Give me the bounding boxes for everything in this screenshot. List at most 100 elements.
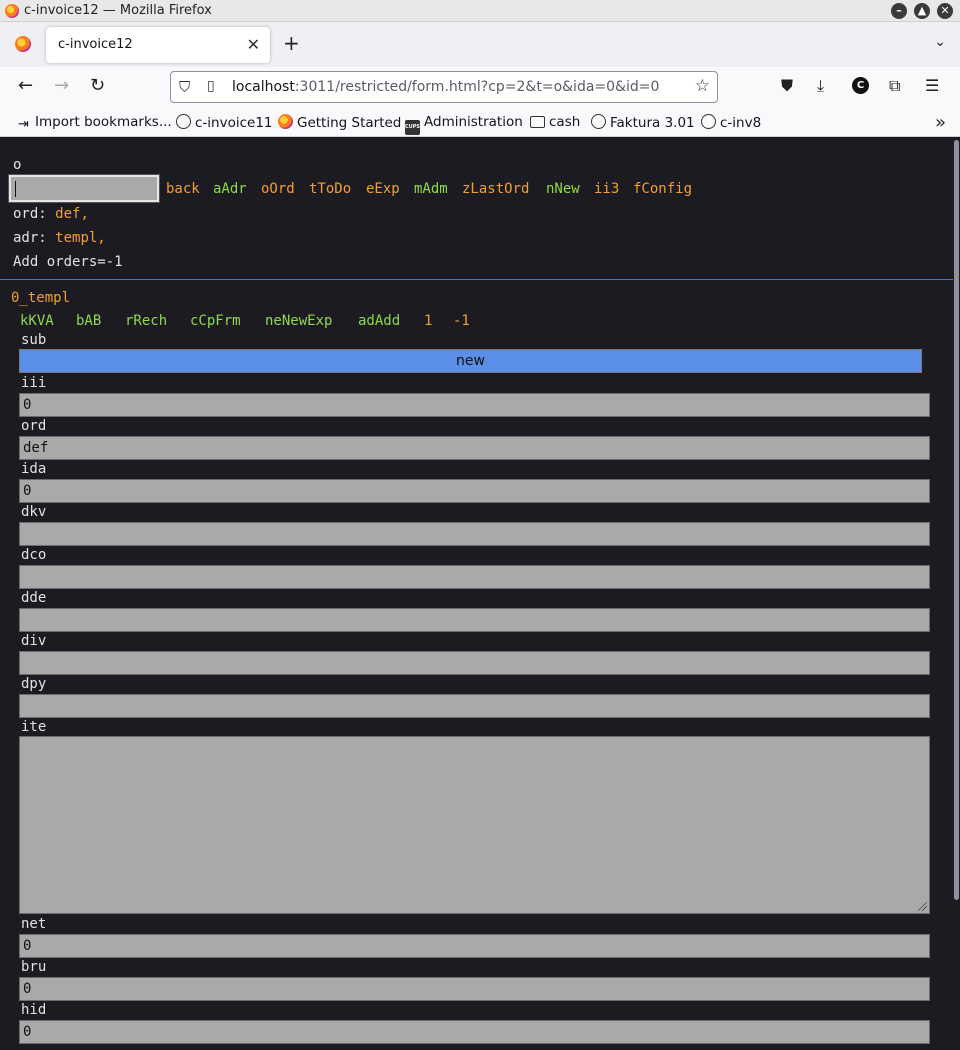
field-input-div[interactable] — [19, 651, 930, 675]
bookmark-import[interactable]: ⇥ Import bookmarks... — [16, 114, 172, 132]
field-textarea-ite[interactable] — [19, 736, 930, 914]
section-divider — [0, 279, 953, 280]
action-link-minus-1[interactable]: -1 — [453, 313, 470, 329]
bookmark-star-icon[interactable]: ☆ — [695, 76, 710, 96]
download-icon[interactable]: ⤓ — [817, 76, 824, 96]
list-all-tabs-chevron-down-icon[interactable]: ⌄ — [934, 34, 946, 50]
record-title-link[interactable]: 0_templ — [11, 290, 70, 306]
bookmark-faktura[interactable]: Faktura 3.01 — [591, 114, 695, 131]
field-label-dpy: dpy — [21, 676, 47, 692]
bookmark-cash[interactable]: cash — [530, 114, 580, 130]
import-icon: ⇥ — [18, 117, 29, 132]
back-arrow-icon[interactable]: ← — [18, 75, 33, 97]
url-text[interactable]: localhost:3011/restricted/form.html?cp=2… — [232, 79, 659, 95]
field-input-iii[interactable]: 0 — [19, 393, 930, 417]
page-content: o back aAdr oOrd tToDo eExp mAdm zLastOr… — [0, 138, 953, 1050]
field-label-dde: dde — [21, 590, 47, 606]
tab-title: c-invoice12 — [58, 37, 133, 52]
tab-active[interactable]: c-invoice12 ✕ — [46, 27, 270, 63]
bookmark-getting-started[interactable]: Getting Started — [278, 114, 401, 131]
field-label-dkv: dkv — [21, 504, 47, 520]
adr-summary: adr: templ, — [13, 230, 106, 246]
scrollbar-thumb[interactable] — [954, 140, 959, 900]
field-label-ida: ida — [21, 461, 47, 477]
field-label-hid: hid — [21, 1002, 47, 1018]
bookmark-c-invoice11[interactable]: c-invoice11 — [176, 114, 273, 131]
mode-indicator: o — [13, 157, 22, 173]
field-input-ida[interactable]: 0 — [19, 479, 930, 503]
action-link-rrech[interactable]: rRech — [125, 313, 167, 329]
ord-summary-link[interactable]: def, — [55, 206, 89, 222]
submit-new-button[interactable]: new — [19, 349, 922, 373]
command-input[interactable] — [8, 174, 160, 203]
nav-link-madm[interactable]: mAdm — [414, 181, 448, 197]
pocket-icon[interactable]: ⛊ — [781, 76, 793, 96]
resize-grip-icon[interactable] — [918, 902, 927, 911]
shield-icon[interactable]: ⛉ — [179, 78, 190, 96]
action-link-bab[interactable]: bAB — [76, 313, 101, 329]
close-icon[interactable]: ✕ — [937, 3, 953, 19]
field-label-ite: ite — [21, 719, 47, 735]
tab-strip: c-invoice12 ✕ + ⌄ — [0, 22, 960, 67]
field-label-sub: sub — [21, 332, 47, 348]
action-link-1[interactable]: 1 — [424, 313, 432, 329]
field-input-dde[interactable] — [19, 608, 930, 632]
reload-icon[interactable]: ↻ — [90, 75, 105, 97]
nav-link-fconfig[interactable]: fConfig — [633, 181, 692, 197]
field-label-iii: iii — [21, 375, 47, 391]
nav-link-zlastord[interactable]: zLastOrd — [462, 181, 529, 197]
add-orders-text: Add orders=-1 — [13, 254, 123, 270]
maximize-icon[interactable]: ▲ — [914, 3, 930, 19]
menu-hamburger-icon[interactable]: ☰ — [925, 76, 939, 95]
window-title: c-invoice12 — Mozilla Firefox — [24, 3, 212, 18]
action-link-adadd[interactable]: adAdd — [358, 313, 400, 329]
nav-link-nnew[interactable]: nNew — [546, 181, 580, 197]
minimize-icon[interactable]: – — [891, 3, 907, 19]
nav-link-aadr[interactable]: aAdr — [213, 181, 247, 197]
field-label-ord: ord — [21, 418, 47, 434]
nav-link-ttodo[interactable]: tToDo — [309, 181, 351, 197]
field-input-ord[interactable]: def — [19, 436, 930, 460]
globe-icon — [176, 114, 191, 129]
field-input-dpy[interactable] — [19, 694, 930, 718]
globe-icon — [591, 114, 606, 129]
field-input-net[interactable]: 0 — [19, 934, 930, 958]
forward-arrow-icon[interactable]: → — [54, 75, 69, 97]
nav-link-eexp[interactable]: eExp — [366, 181, 400, 197]
new-tab-button[interactable]: + — [283, 32, 300, 54]
action-link-kkva[interactable]: kKVA — [20, 313, 54, 329]
navigation-toolbar: ← → ↻ ⛉ ▯ localhost:3011/restricted/form… — [0, 67, 960, 107]
bookmark-administration[interactable]: CUPS Administration — [405, 114, 523, 135]
bookmarks-bar: ⇥ Import bookmarks... c-invoice11 Getting… — [0, 107, 960, 137]
adr-summary-link[interactable]: templ, — [55, 230, 106, 246]
firefox-view-icon[interactable] — [15, 36, 31, 52]
bookmark-c-inv8[interactable]: c-inv8 — [701, 114, 761, 131]
bookmarks-overflow-chevron-icon[interactable]: » — [935, 112, 946, 133]
page-icon[interactable]: ▯ — [207, 78, 215, 94]
ord-summary: ord: def, — [13, 206, 89, 222]
globe-icon — [701, 114, 716, 129]
page-scrollbar[interactable] — [953, 138, 960, 1050]
field-label-dco: dco — [21, 547, 47, 563]
field-label-div: div — [21, 633, 47, 649]
cups-icon: CUPS — [405, 120, 420, 135]
action-link-ccpfrm[interactable]: cCpFrm — [190, 313, 241, 329]
extensions-icon[interactable]: ⧉ — [889, 76, 900, 96]
nav-link-back[interactable]: back — [166, 181, 200, 197]
account-avatar[interactable]: C — [852, 77, 869, 94]
firefox-icon — [5, 4, 19, 18]
field-input-hid[interactable]: 0 — [19, 1020, 930, 1044]
field-label-net: net — [21, 916, 47, 932]
field-label-bru: bru — [21, 959, 47, 975]
firefox-icon — [278, 114, 293, 129]
tab-close-icon[interactable]: ✕ — [247, 35, 260, 54]
nav-link-ii3[interactable]: ii3 — [594, 181, 619, 197]
field-input-bru[interactable]: 0 — [19, 977, 930, 1001]
nav-link-oord[interactable]: oOrd — [261, 181, 295, 197]
field-input-dkv[interactable] — [19, 522, 930, 546]
field-input-dco[interactable] — [19, 565, 930, 589]
action-link-nenewexp[interactable]: neNewExp — [265, 313, 332, 329]
window-titlebar: c-invoice12 — Mozilla Firefox – ▲ ✕ — [0, 0, 960, 22]
folder-icon — [530, 116, 545, 128]
url-bar[interactable]: ⛉ ▯ localhost:3011/restricted/form.html?… — [170, 71, 718, 103]
